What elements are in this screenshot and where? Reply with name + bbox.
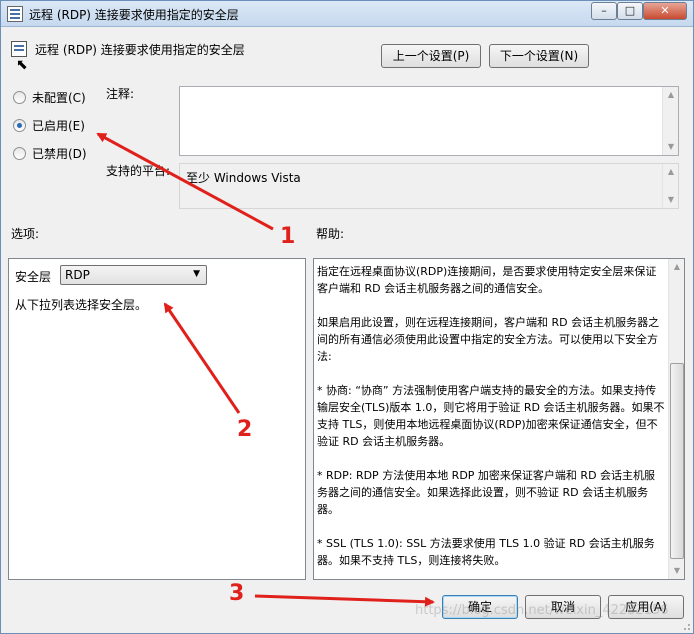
policy-dialog-window: 远程 (RDP) 连接要求使用指定的安全层 – □ ✕ ⬉ 远程 (RDP) 连… [0,0,694,634]
annotation-number-2: 2 [237,417,253,442]
arrow-1 [96,132,274,231]
annotation-number-1: 1 [280,224,296,249]
arrow-3 [254,594,435,607]
arrow-2 [163,302,241,414]
annotation-arrows [96,132,435,607]
annotation-number-3: 3 [229,581,245,606]
